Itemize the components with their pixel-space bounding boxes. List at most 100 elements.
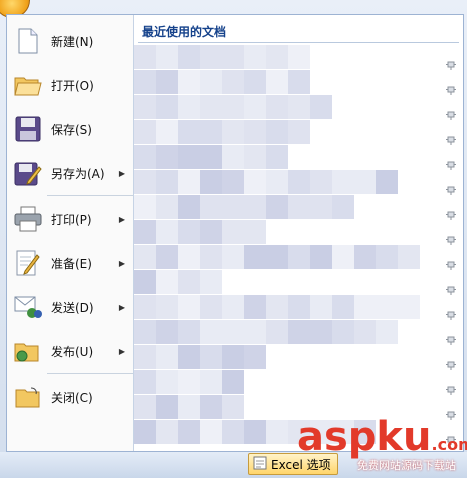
blurred-document-cell bbox=[200, 70, 222, 94]
menu-item-label: 保存(S) bbox=[51, 122, 92, 137]
blurred-document-cell bbox=[156, 245, 178, 269]
pin-icon[interactable] bbox=[445, 230, 457, 245]
blurred-document-cell bbox=[398, 295, 420, 319]
blurred-document-cell bbox=[156, 270, 178, 294]
blurred-document-cell bbox=[398, 245, 420, 269]
blurred-document-cell bbox=[332, 245, 354, 269]
blurred-document-cell bbox=[222, 195, 244, 219]
blurred-document-cell bbox=[134, 395, 156, 419]
menu-item-prepare[interactable]: 准备(E) ▶ bbox=[7, 243, 133, 283]
command-list: 新建(N) 打开(O) 保存(S) 另存为(A) ▶ 打印(P) ▶ 准备(E)… bbox=[7, 15, 134, 451]
menu-item-open[interactable]: 打开(O) bbox=[7, 65, 133, 105]
pin-icon[interactable] bbox=[445, 205, 457, 220]
blurred-document-cell bbox=[178, 245, 200, 269]
blurred-document-cell bbox=[178, 45, 200, 69]
pin-icon[interactable] bbox=[445, 380, 457, 395]
submenu-arrow-icon: ▶ bbox=[118, 214, 125, 224]
blurred-document-cell bbox=[200, 370, 222, 394]
blurred-document-cell bbox=[156, 220, 178, 244]
menu-item-save-as[interactable]: 另存为(A) ▶ bbox=[7, 153, 133, 193]
blurred-document-cell bbox=[156, 70, 178, 94]
recent-documents-list bbox=[134, 45, 434, 445]
blurred-document-cell bbox=[266, 420, 288, 444]
blurred-document-cell bbox=[222, 145, 244, 169]
printer-icon bbox=[13, 204, 43, 234]
prepare-icon bbox=[13, 248, 43, 278]
blurred-document-cell bbox=[222, 70, 244, 94]
pin-icon[interactable] bbox=[445, 105, 457, 120]
blurred-document-cell bbox=[354, 170, 376, 194]
pin-icon[interactable] bbox=[445, 305, 457, 320]
blurred-document-cell bbox=[244, 420, 266, 444]
blurred-document-cell bbox=[266, 45, 288, 69]
menu-item-print[interactable]: 打印(P) ▶ bbox=[7, 199, 133, 239]
blurred-document-cell bbox=[310, 170, 332, 194]
blurred-document-cell bbox=[156, 345, 178, 369]
pin-icon[interactable] bbox=[445, 130, 457, 145]
send-icon bbox=[13, 292, 43, 322]
blurred-document-cell bbox=[266, 145, 288, 169]
blurred-document-cell bbox=[244, 120, 266, 144]
blurred-document-cell bbox=[134, 170, 156, 194]
blurred-document-cell bbox=[244, 345, 266, 369]
blurred-document-cell bbox=[244, 95, 266, 119]
submenu-arrow-icon: ▶ bbox=[118, 346, 125, 356]
pin-icon[interactable] bbox=[445, 355, 457, 370]
blurred-document-cell bbox=[244, 170, 266, 194]
pin-icon[interactable] bbox=[445, 155, 457, 170]
blurred-document-cell bbox=[310, 95, 332, 119]
blurred-document-cell bbox=[178, 370, 200, 394]
blurred-document-cell bbox=[178, 145, 200, 169]
blurred-document-cell bbox=[178, 270, 200, 294]
blurred-document-cell bbox=[288, 95, 310, 119]
pin-icon[interactable] bbox=[445, 80, 457, 95]
save-disk-icon bbox=[13, 114, 43, 144]
save-as-icon bbox=[13, 158, 43, 188]
blurred-document-cell bbox=[134, 245, 156, 269]
blurred-document-cell bbox=[222, 345, 244, 369]
blurred-document-cell bbox=[244, 320, 266, 344]
blurred-document-cell bbox=[134, 45, 156, 69]
options-icon bbox=[253, 455, 267, 474]
menu-item-label: 打印(P) bbox=[51, 212, 92, 227]
menu-separator bbox=[47, 373, 133, 374]
pin-icon[interactable] bbox=[445, 255, 457, 270]
blurred-document-cell bbox=[376, 245, 398, 269]
blurred-document-cell bbox=[156, 395, 178, 419]
pin-icon[interactable] bbox=[445, 180, 457, 195]
blurred-document-cell bbox=[134, 220, 156, 244]
blurred-document-cell bbox=[200, 320, 222, 344]
pin-icon[interactable] bbox=[445, 55, 457, 70]
pin-icon[interactable] bbox=[445, 330, 457, 345]
blurred-document-cell bbox=[200, 170, 222, 194]
menu-item-save[interactable]: 保存(S) bbox=[7, 109, 133, 149]
blurred-document-cell bbox=[134, 370, 156, 394]
blurred-document-cell bbox=[134, 195, 156, 219]
blurred-document-cell bbox=[178, 420, 200, 444]
blurred-document-cell bbox=[200, 295, 222, 319]
menu-item-close[interactable]: 关闭(C) bbox=[7, 377, 133, 417]
menu-item-publish[interactable]: 发布(U) ▶ bbox=[7, 331, 133, 371]
pin-icon[interactable] bbox=[445, 280, 457, 295]
blurred-document-cell bbox=[222, 45, 244, 69]
blurred-document-cell bbox=[244, 145, 266, 169]
blurred-document-cell bbox=[134, 345, 156, 369]
blurred-document-cell bbox=[222, 370, 244, 394]
menu-item-new[interactable]: 新建(N) bbox=[7, 21, 133, 61]
blurred-document-cell bbox=[244, 295, 266, 319]
watermark-suffix: .com bbox=[431, 435, 467, 454]
menu-item-send[interactable]: 发送(D) ▶ bbox=[7, 287, 133, 327]
blurred-document-cell bbox=[134, 295, 156, 319]
blurred-document-cell bbox=[288, 45, 310, 69]
blurred-document-cell bbox=[222, 120, 244, 144]
blurred-document-cell bbox=[266, 195, 288, 219]
blurred-document-cell bbox=[134, 145, 156, 169]
blurred-document-cell bbox=[134, 95, 156, 119]
blurred-document-cell bbox=[288, 70, 310, 94]
blurred-document-cell bbox=[288, 245, 310, 269]
blurred-document-cell bbox=[266, 70, 288, 94]
blurred-document-cell bbox=[244, 45, 266, 69]
pin-icon[interactable] bbox=[445, 405, 457, 420]
menu-item-label: 发送(D) bbox=[51, 300, 94, 315]
blurred-document-cell bbox=[376, 320, 398, 344]
